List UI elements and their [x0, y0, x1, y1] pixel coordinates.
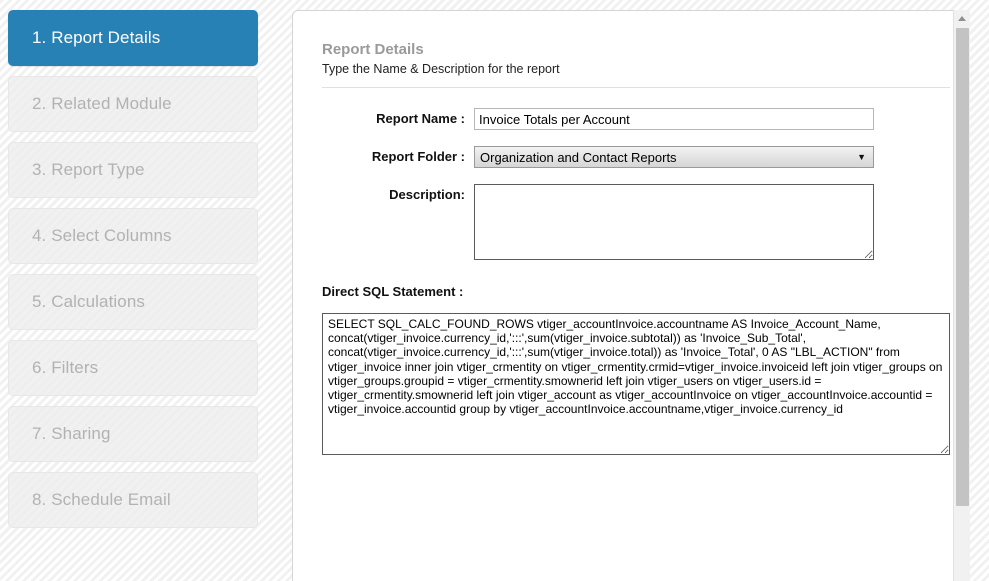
report-details-form: Report Details Type the Name & Descripti… — [322, 41, 950, 458]
description-row: Description: — [322, 184, 950, 260]
wizard-steps-sidebar: 1. Report Details 2. Related Module 3. R… — [0, 0, 292, 581]
report-folder-row: Report Folder : Organization and Contact… — [322, 146, 950, 168]
report-folder-label: Report Folder : — [371, 149, 465, 164]
sidebar-item-select-columns[interactable]: 4. Select Columns — [8, 208, 258, 264]
vertical-scrollbar[interactable] — [953, 10, 970, 581]
page-subtitle: Type the Name & Description for the repo… — [322, 62, 560, 76]
report-name-input[interactable] — [474, 108, 874, 130]
sidebar-item-label: 7. Sharing — [32, 424, 111, 443]
sidebar-item-calculations[interactable]: 5. Calculations — [8, 274, 258, 330]
sidebar-item-related-module[interactable]: 2. Related Module — [8, 76, 258, 132]
sidebar-item-sharing[interactable]: 7. Sharing — [8, 406, 258, 462]
direct-sql-label: Direct SQL Statement : — [322, 284, 464, 299]
report-folder-select-wrap: Organization and Contact Reports ▼ — [474, 146, 874, 168]
title-divider — [322, 87, 950, 88]
sidebar-item-label: 3. Report Type — [32, 160, 145, 179]
vertical-scroll-thumb[interactable] — [956, 28, 969, 506]
report-name-label: Report Name : — [376, 111, 465, 126]
sidebar-item-schedule-email[interactable]: 8. Schedule Email — [8, 472, 258, 528]
sidebar-item-label: 5. Calculations — [32, 292, 146, 311]
sidebar-item-label: 6. Filters — [32, 358, 99, 377]
direct-sql-textarea[interactable]: SELECT SQL_CALC_FOUND_ROWS vtiger_accoun… — [322, 313, 950, 455]
sidebar-item-report-details[interactable]: 1. Report Details — [8, 10, 258, 66]
report-name-row: Report Name : — [322, 108, 950, 130]
report-wizard-page: 1. Report Details 2. Related Module 3. R… — [0, 0, 989, 581]
sidebar-item-filters[interactable]: 6. Filters — [8, 340, 258, 396]
sidebar-item-report-type[interactable]: 3. Report Type — [8, 142, 258, 198]
report-details-panel: Report Details Type the Name & Descripti… — [292, 10, 970, 581]
triangle-up-glyph — [958, 15, 966, 21]
scroll-up-arrow-icon[interactable] — [954, 10, 970, 26]
description-label: Description: — [389, 187, 465, 202]
description-textarea[interactable] — [474, 184, 874, 260]
sidebar-item-label: 8. Schedule Email — [32, 490, 171, 509]
sidebar-item-label: 4. Select Columns — [32, 226, 172, 245]
report-folder-select[interactable]: Organization and Contact Reports — [474, 146, 874, 168]
sidebar-item-label: 1. Report Details — [32, 28, 161, 47]
sidebar-item-label: 2. Related Module — [32, 94, 172, 113]
page-title: Report Details — [322, 41, 424, 58]
